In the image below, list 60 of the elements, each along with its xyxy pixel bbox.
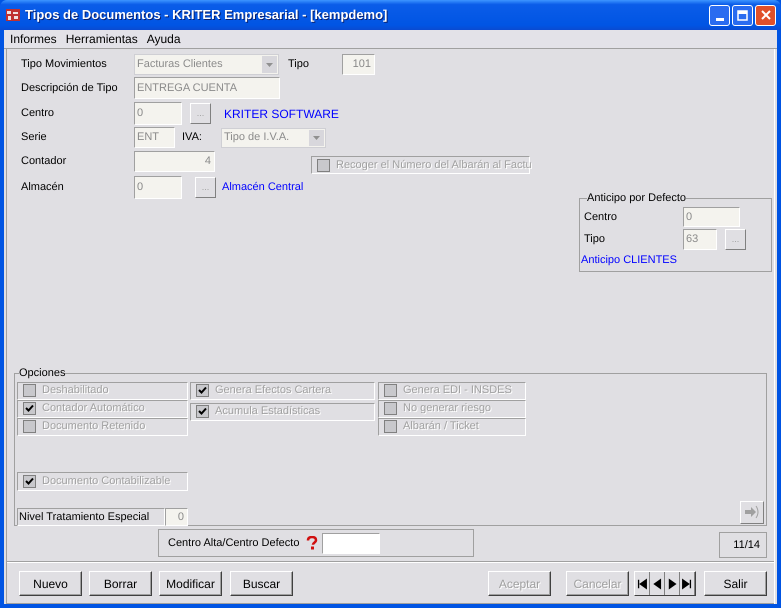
- menu-item[interactable]: Ayuda: [146, 30, 181, 48]
- action-button[interactable]: Salir: [704, 571, 767, 596]
- menu-item[interactable]: Herramientas: [66, 30, 138, 48]
- descripcion-field[interactable]: ENTREGA CUENTA: [134, 77, 280, 99]
- field-label: Tipo: [288, 56, 310, 72]
- action-button[interactable]: Borrar: [89, 571, 152, 596]
- nivel-field[interactable]: 0: [165, 508, 188, 526]
- maximize-button[interactable]: [732, 4, 753, 26]
- menu-item[interactable]: Informes: [10, 30, 57, 48]
- previous-record-icon: [651, 576, 663, 590]
- dropdown-icon: [309, 130, 324, 146]
- contador-field[interactable]: 4: [134, 151, 215, 172]
- question-mark-icon: [305, 536, 320, 550]
- anticipo-name: Anticipo CLIENTES: [581, 252, 678, 268]
- group-title: Anticipo por Defecto: [587, 191, 686, 206]
- field-label: Tipo Movimientos: [21, 56, 108, 72]
- field-label: Centro: [584, 210, 618, 225]
- centro-alta-field[interactable]: [322, 532, 380, 554]
- arrow-right-icon: [744, 505, 760, 519]
- action-button[interactable]: Modificar: [159, 571, 222, 596]
- tipo-movimientos-combobox[interactable]: Facturas Clientes: [134, 54, 279, 74]
- field-label: Serie: [21, 130, 48, 146]
- maximize-icon: [737, 10, 748, 20]
- field-label: Tipo: [584, 232, 606, 248]
- close-icon: [760, 10, 770, 20]
- field-label: Descripción de Tipo: [21, 80, 119, 96]
- close-button[interactable]: [755, 4, 776, 26]
- browse-button[interactable]: ...: [195, 177, 216, 198]
- iva-combobox[interactable]: Tipo de I.V.A.: [221, 128, 326, 148]
- field-label: Almacén: [21, 180, 65, 196]
- almacen-name: Almacén Central: [222, 180, 304, 196]
- app-icon: [5, 7, 21, 23]
- last-record-icon: [681, 576, 693, 590]
- field-label: IVA:: [182, 130, 203, 146]
- field-label: Centro Alta/Centro Defecto: [168, 536, 300, 551]
- field-label: Contador: [21, 154, 68, 169]
- almacen-field[interactable]: 0: [134, 176, 182, 199]
- anticipo-centro-field[interactable]: 0: [683, 207, 740, 227]
- tipo-field[interactable]: 101: [342, 54, 375, 74]
- navigation-button[interactable]: [680, 572, 695, 595]
- group-title: Opciones: [19, 366, 66, 381]
- forward-button[interactable]: [740, 500, 764, 524]
- centro-name: KRITER SOFTWARE: [224, 106, 339, 122]
- serie-field[interactable]: ENT: [134, 127, 175, 148]
- centro-field[interactable]: 0: [134, 102, 182, 125]
- anticipo-tipo-field[interactable]: 63: [683, 229, 717, 250]
- minimize-icon: [716, 18, 724, 20]
- action-button[interactable]: Nuevo: [19, 571, 82, 596]
- dropdown-icon: [262, 56, 277, 72]
- navigation-button[interactable]: [635, 572, 650, 595]
- minimize-button[interactable]: [709, 4, 730, 26]
- browse-button[interactable]: ...: [190, 103, 211, 124]
- field-label: Centro: [21, 106, 56, 122]
- first-record-icon: [636, 576, 648, 590]
- next-record-icon: [666, 576, 678, 590]
- action-button[interactable]: Buscar: [230, 571, 293, 596]
- field-label: Nivel Tratamiento Especial: [17, 508, 165, 526]
- window-title: Tipos de Documentos - KRITER Empresarial - [kempdemo]: [25, 6, 388, 24]
- browse-button[interactable]: ...: [725, 229, 746, 250]
- record-position: 11/14: [719, 532, 767, 558]
